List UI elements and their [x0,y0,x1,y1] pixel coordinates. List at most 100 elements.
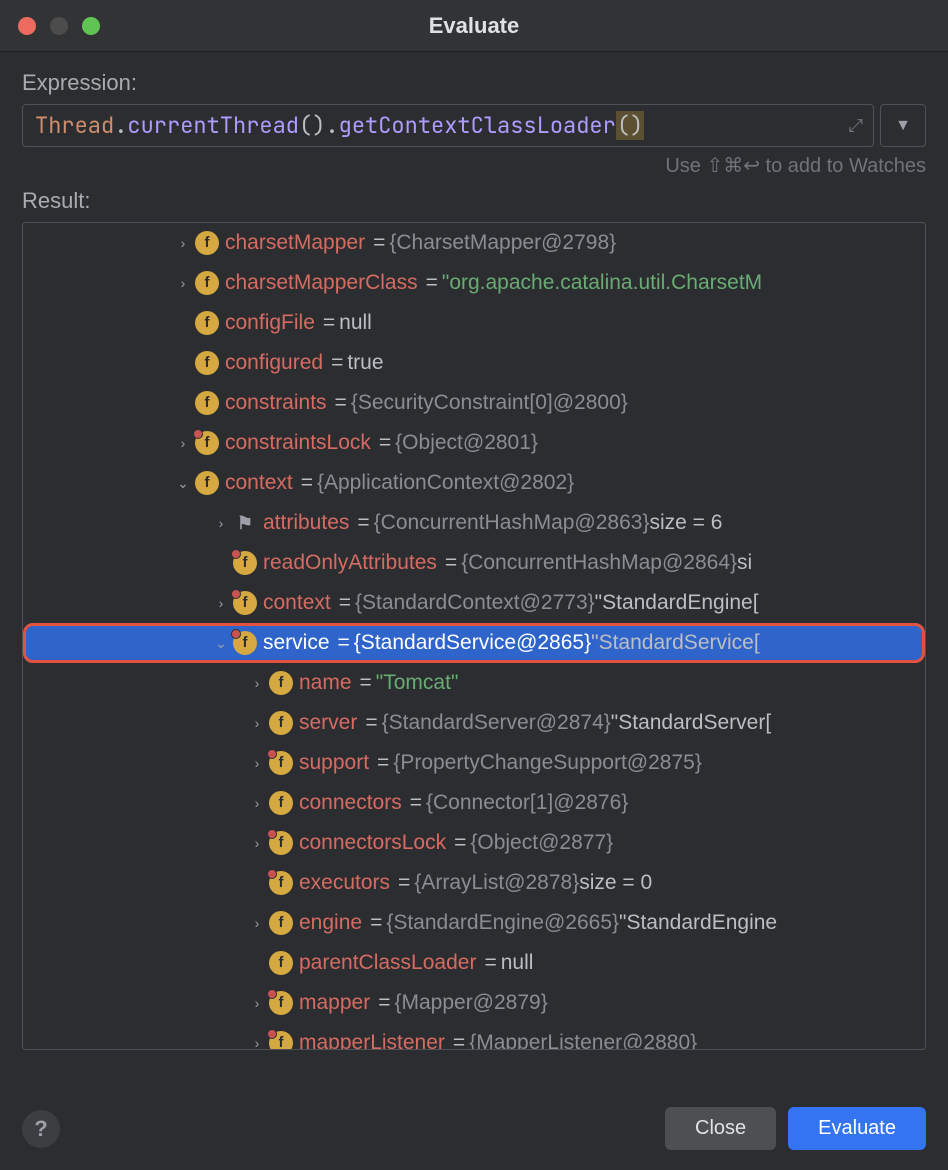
field-value: {StandardContext@2773} [355,583,595,623]
field-extra: size = 6 [649,503,722,543]
field-value: {MapperListener@2880} [469,1023,697,1050]
field-name: name [299,663,352,703]
tree-row-server[interactable]: ›fserver={StandardServer@2874} "Standard… [23,703,925,743]
tree-row-context[interactable]: ›fcontext={StandardContext@2773} "Standa… [23,583,925,623]
field-value: {ApplicationContext@2802} [317,463,574,503]
tree-row-name[interactable]: ›fname="Tomcat" [23,663,925,703]
field-icon: f [269,1031,293,1050]
tree-row-support[interactable]: ›fsupport={PropertyChangeSupport@2875} [23,743,925,783]
tree-row-mapperListener[interactable]: ›fmapperListener={MapperListener@2880} [23,1023,925,1050]
expr-token: () [299,111,325,140]
chevron-right-icon[interactable]: › [209,583,233,623]
chevron-right-icon[interactable]: › [245,983,269,1023]
field-value: null [501,943,534,983]
window-title: Evaluate [0,13,948,39]
field-name: service [263,623,330,663]
chevron-right-icon[interactable]: › [245,703,269,743]
expand-icon[interactable]: ⤢ [849,114,863,137]
tree-row-connectors[interactable]: ›fconnectors={Connector[1]@2876} [23,783,925,823]
tree-row-mapper[interactable]: ›fmapper={Mapper@2879} [23,983,925,1023]
expression-label: Expression: [22,70,926,96]
expr-token: () [616,111,644,140]
field-icon: f [195,311,219,335]
close-button[interactable]: Close [665,1107,776,1150]
maximize-window-icon[interactable] [82,17,100,35]
field-extra: "StandardServer[ [611,703,771,743]
field-name: configFile [225,303,315,343]
tree-row-configured[interactable]: ›fconfigured=true [23,343,925,383]
equals-sign: = [445,543,457,583]
expression-input[interactable]: Thread . currentThread () . getContextCl… [22,104,874,147]
field-value: {PropertyChangeSupport@2875} [393,743,702,783]
field-name: configured [225,343,323,383]
field-icon: f [269,911,293,935]
shortcut-hint: Use ⇧⌘↩ to add to Watches [22,153,926,178]
field-extra: "StandardEngine [619,903,777,943]
evaluate-button[interactable]: Evaluate [788,1107,926,1150]
tree-row-charsetMapper[interactable]: ›fcharsetMapper={CharsetMapper@2798} [23,223,925,263]
equals-sign: = [453,1023,465,1050]
chevron-right-icon[interactable]: › [171,223,195,263]
field-value: {SecurityConstraint[0]@2800} [351,383,628,423]
tree-row-service[interactable]: ⌄fservice={StandardService@2865} "Standa… [23,623,925,663]
equals-sign: = [301,463,313,503]
field-value: {Object@2801} [395,423,538,463]
field-name: server [299,703,357,743]
equals-sign: = [410,783,422,823]
field-name: readOnlyAttributes [263,543,437,583]
titlebar: Evaluate [0,0,948,52]
chevron-right-icon[interactable]: › [245,903,269,943]
field-value: {Connector[1]@2876} [426,783,628,823]
close-window-icon[interactable] [18,17,36,35]
field-extra: si [737,543,752,583]
tree-row-configFile[interactable]: ›fconfigFile=null [23,303,925,343]
equals-sign: = [378,983,390,1023]
chevron-right-icon[interactable]: › [245,823,269,863]
tree-row-connectorsLock[interactable]: ›fconnectorsLock={Object@2877} [23,823,925,863]
chevron-right-icon[interactable]: › [245,743,269,783]
field-icon: f [195,351,219,375]
flag-icon: ⚑ [233,511,257,535]
help-button[interactable]: ? [22,1110,60,1148]
chevron-down-icon[interactable]: ⌄ [171,463,195,503]
chevron-right-icon[interactable]: › [209,503,233,543]
field-icon: f [195,431,219,455]
tree-row-parentClassLoader[interactable]: ›fparentClassLoader=null [23,943,925,983]
field-icon: f [195,271,219,295]
chevron-down-icon[interactable]: ⌄ [209,623,233,663]
field-icon: f [195,391,219,415]
field-name: mapper [299,983,370,1023]
chevron-right-icon[interactable]: › [245,1023,269,1050]
field-name: parentClassLoader [299,943,476,983]
history-dropdown-button[interactable]: ▼ [880,104,926,147]
equals-sign: = [339,583,351,623]
field-icon: f [233,631,257,655]
chevron-right-icon[interactable]: › [245,783,269,823]
chevron-right-icon[interactable]: › [171,423,195,463]
chevron-right-icon[interactable]: › [245,663,269,703]
field-value: {ArrayList@2878} [414,863,579,903]
equals-sign: = [335,383,347,423]
chevron-right-icon[interactable]: › [171,263,195,303]
field-icon: f [269,871,293,895]
field-value: {CharsetMapper@2798} [389,223,616,263]
result-label: Result: [22,188,926,214]
equals-sign: = [398,863,410,903]
equals-sign: = [331,343,343,383]
field-icon: f [233,591,257,615]
tree-row-constraints[interactable]: ›fconstraints={SecurityConstraint[0]@280… [23,383,925,423]
equals-sign: = [338,623,350,663]
tree-row-charsetMapperClass[interactable]: ›fcharsetMapperClass="org.apache.catalin… [23,263,925,303]
equals-sign: = [357,503,369,543]
tree-row-context[interactable]: ⌄fcontext={ApplicationContext@2802} [23,463,925,503]
expr-token: . [114,111,127,140]
field-value: null [339,303,372,343]
tree-row-engine[interactable]: ›fengine={StandardEngine@2665} "Standard… [23,903,925,943]
minimize-window-icon[interactable] [50,17,68,35]
tree-row-constraintsLock[interactable]: ›fconstraintsLock={Object@2801} [23,423,925,463]
tree-row-readOnlyAttributes[interactable]: ›freadOnlyAttributes={ConcurrentHashMap@… [23,543,925,583]
tree-row-executors[interactable]: ›fexecutors={ArrayList@2878} size = 0 [23,863,925,903]
result-tree[interactable]: ›fcharsetMapper={CharsetMapper@2798}›fch… [22,222,926,1050]
expr-token: currentThread [127,111,299,140]
tree-row-attributes[interactable]: ›⚑attributes={ConcurrentHashMap@2863} si… [23,503,925,543]
